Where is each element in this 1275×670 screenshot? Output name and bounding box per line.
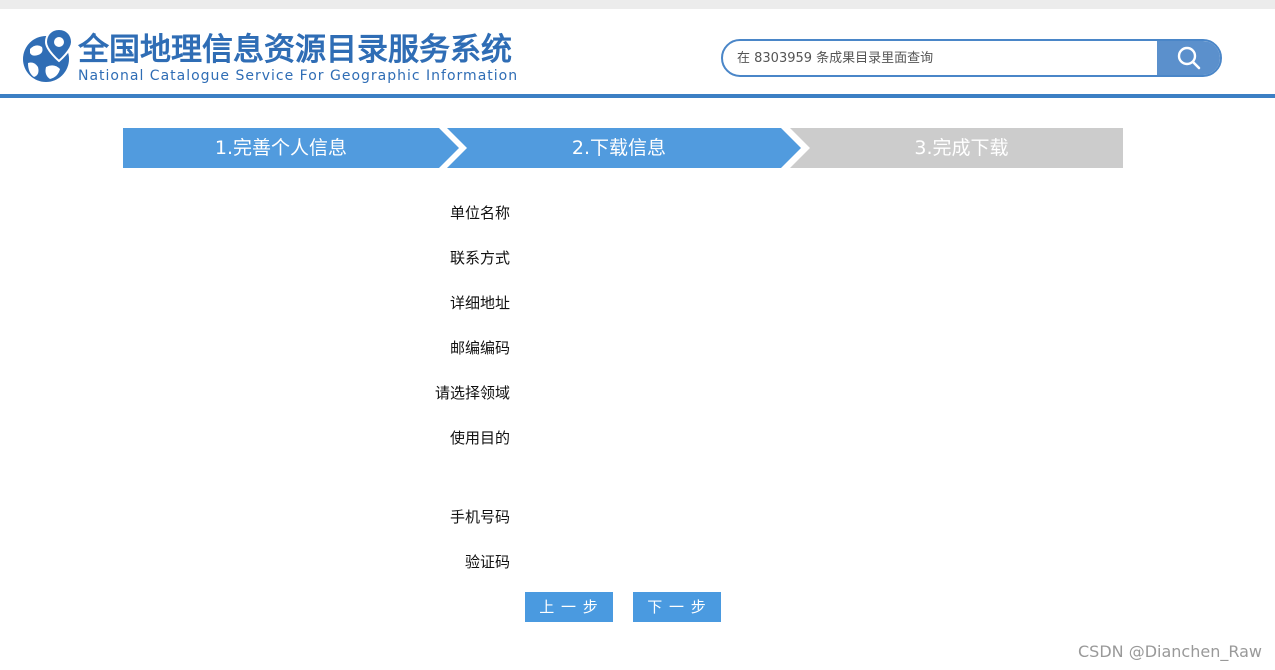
globe-pin-icon [22,27,74,85]
step-2-label: 2.下载信息 [571,137,667,159]
search-button[interactable] [1157,41,1220,75]
next-step-button[interactable]: 下 一 步 [633,592,721,622]
site-title: 全国地理信息资源目录服务系统 [78,32,512,68]
field-label-contact: 联系方式 [449,249,510,267]
search-input[interactable] [723,41,1159,75]
site-subtitle: National Catalogue Service For Geographi… [78,68,519,84]
field-label-purpose: 使用目的 [449,429,510,447]
prev-step-button[interactable]: 上 一 步 [525,592,613,622]
search-icon [1177,46,1200,70]
step-3-label: 3.完成下载 [914,137,1009,159]
header-divider [0,94,1275,98]
top-strip [0,0,1275,9]
watermark: CSDN @Dianchen_Raw [1078,642,1262,661]
step-progress: 1.完善个人信息 2.下载信息 3.完成下载 [123,128,1123,168]
field-label-captcha: 验证码 [464,553,510,571]
step-1-label: 1.完善个人信息 [214,137,348,159]
field-label-phone: 手机号码 [449,508,510,526]
field-label-postcode: 邮编编码 [449,339,510,357]
field-label-company: 单位名称 [449,204,510,222]
field-label-domain: 请选择领域 [434,384,510,402]
field-label-address: 详细地址 [449,294,510,312]
search-bar [721,39,1222,77]
